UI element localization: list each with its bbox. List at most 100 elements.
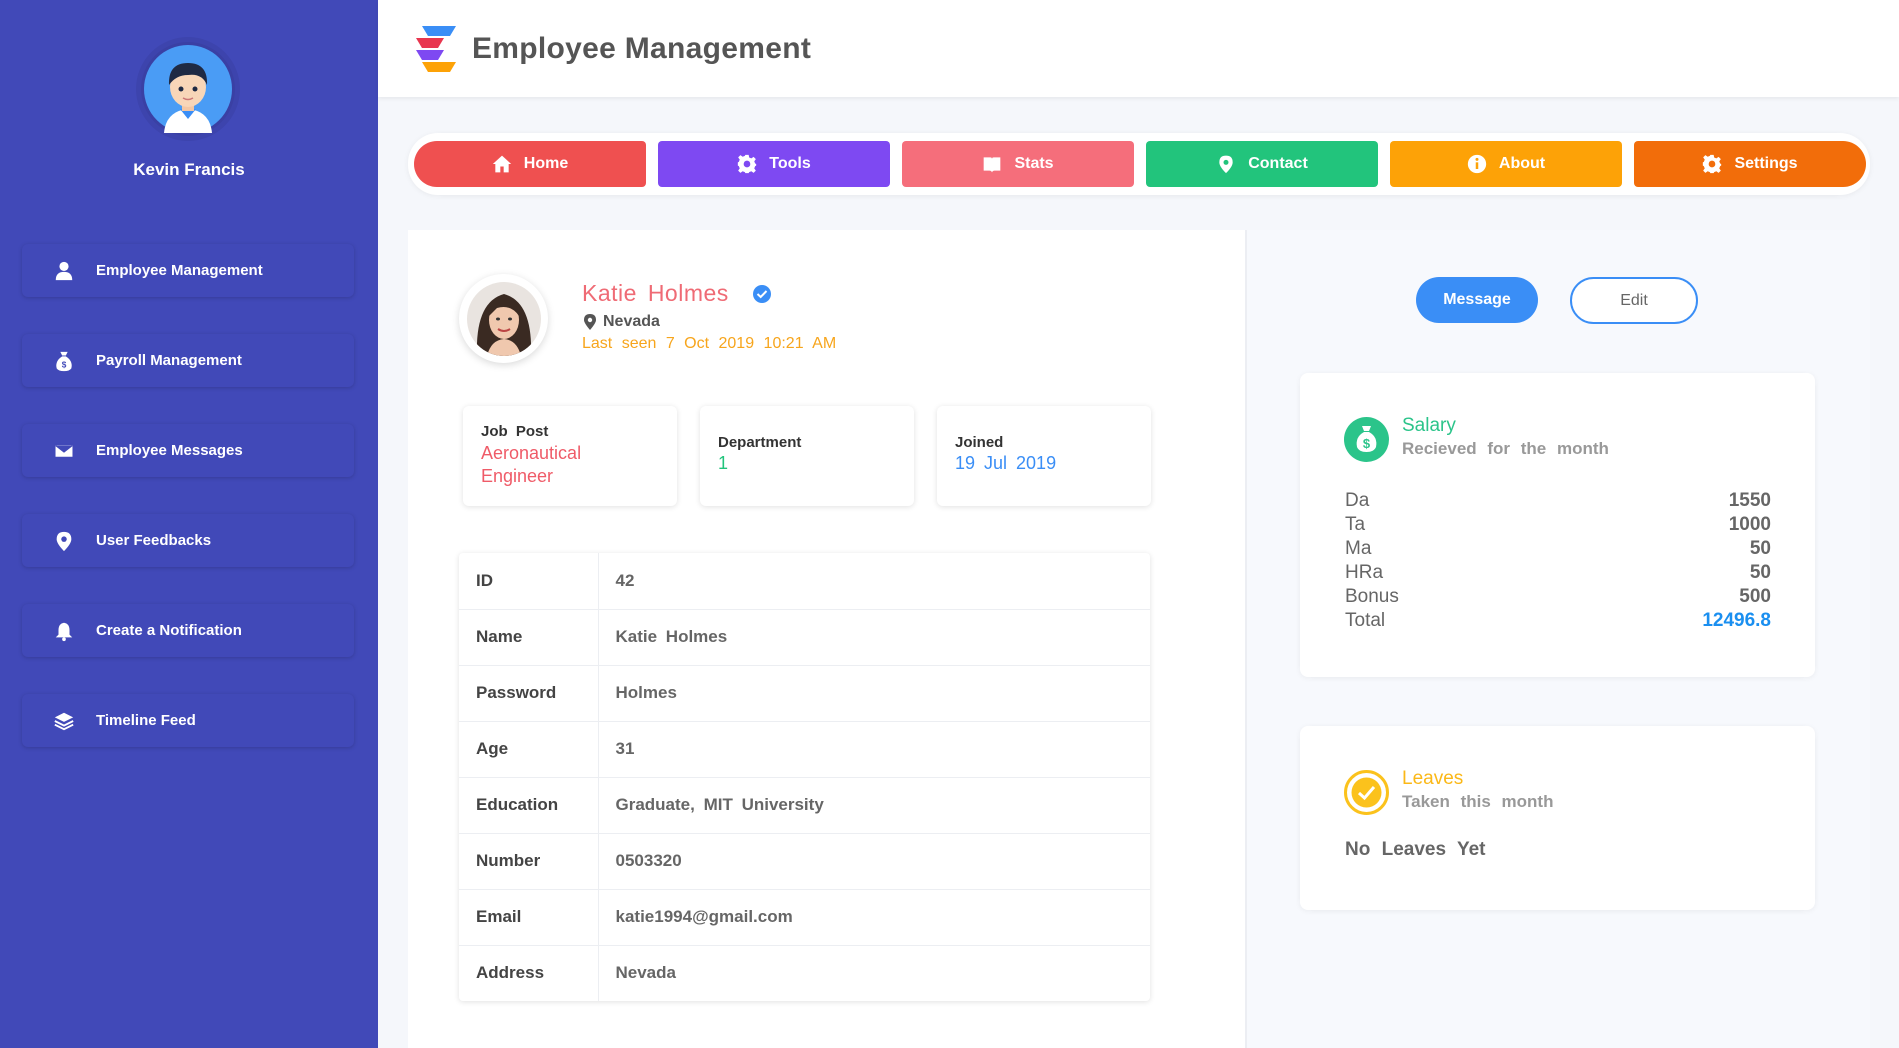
money-bag-icon: $ [50,350,78,372]
joined-label: Joined [955,434,1004,451]
svg-text:$: $ [1363,436,1371,451]
detail-value: Graduate, MIT University [598,777,1150,834]
message-button[interactable]: Message [1416,277,1538,323]
nav-label: Settings [1734,155,1798,172]
map-pin-icon [584,314,596,330]
edit-button[interactable]: Edit [1570,277,1698,324]
joined-value: 19 Jul 2019 [955,453,1057,473]
salary-value: 1000 [1728,514,1771,535]
leaves-status: No Leaves Yet [1345,839,1486,860]
detail-key: Email [459,889,599,946]
sidebar-item-create-notification[interactable]: Create a Notification [22,604,354,657]
table-row: ID 42 [459,553,1150,610]
sidebar: Kevin Francis Employee Management $ Payr… [0,0,378,1048]
salary-row: Bonus 500 [1345,586,1771,608]
table-row: Name Katie Holmes [459,609,1150,666]
nav-stats-button[interactable]: Stats [902,141,1134,187]
salary-total-value: 12496.8 [1702,610,1771,631]
salary-label: Bonus [1345,586,1399,607]
job-post-value: Aeronautical Engineer [481,443,582,486]
nav-contact-button[interactable]: Contact [1146,141,1378,187]
joined-card: Joined 19 Jul 2019 [937,406,1151,506]
sidebar-item-employee-messages[interactable]: Employee Messages [22,424,354,477]
table-row: Address Nevada [459,945,1150,1001]
salary-value: 1550 [1728,490,1771,511]
job-post-label: Job Post [481,423,549,440]
detail-key: Address [459,945,599,1001]
clock-check-icon [1344,770,1389,815]
detail-key: Education [459,777,599,834]
user-icon [50,260,78,282]
salary-value: 500 [1739,586,1771,607]
detail-value: Katie Holmes [598,609,1150,666]
sidebar-item-timeline-feed[interactable]: Timeline Feed [22,694,354,747]
nav-home-button[interactable]: Home [414,141,646,187]
salary-row: HRa 50 [1345,562,1771,584]
nav-label: Contact [1248,155,1308,172]
job-post-card: Job Post Aeronautical Engineer [463,406,677,506]
profile-photo-image [466,281,541,356]
map-pin-icon [50,530,78,552]
sidebar-item-user-feedbacks[interactable]: User Feedbacks [22,514,354,567]
salary-value: 50 [1749,562,1771,583]
table-row: Password Holmes [459,665,1150,722]
home-icon [492,155,511,173]
department-card: Department 1 [700,406,914,506]
sidebar-item-label: Payroll Management [96,352,242,369]
detail-value: katie1994@gmail.com [598,889,1150,946]
layers-icon [50,710,78,732]
salary-total-row: Total 12496.8 [1345,610,1771,632]
salary-card: $ Salary Recieved for the month Da 1550 T… [1300,373,1815,677]
table-row: Email katie1994@gmail.com [459,889,1150,946]
user-name: Kevin Francis [133,160,245,179]
department-label: Department [718,434,802,451]
svg-text:$: $ [62,360,67,369]
detail-key: Number [459,833,599,890]
salary-label: Ta [1345,514,1366,535]
department-value: 1 [718,453,729,473]
sidebar-item-label: User Feedbacks [96,532,212,549]
app-title: Employee Management [472,32,812,65]
salary-row: Ma 50 [1345,538,1771,560]
info-icon [1467,154,1487,174]
last-seen: Last seen 7 Oct 2019 10:21 AM [582,335,837,352]
avatar[interactable] [141,42,235,136]
sidebar-item-label: Create a Notification [96,622,242,639]
leaves-subtitle: Taken this month [1402,792,1554,811]
nav-about-button[interactable]: About [1390,141,1622,187]
sidebar-item-payroll-management[interactable]: $ Payroll Management [22,334,354,387]
location-text: Nevada [603,313,660,330]
employee-details-table: ID 42 Name Katie Holmes Password Holmes Age… [459,553,1150,1001]
sidebar-item-label: Timeline Feed [96,712,196,729]
detail-value: Holmes [598,665,1150,722]
envelope-icon [50,440,78,462]
salary-value: 50 [1749,538,1771,559]
nav-settings-button[interactable]: Settings [1634,141,1866,187]
table-row: Education Graduate, MIT University [459,777,1150,834]
salary-row: Ta 1000 [1345,514,1771,536]
detail-key: Password [459,665,599,722]
nav-tools-button[interactable]: Tools [658,141,890,187]
nav-label: Home [523,155,569,172]
salary-title: Salary [1402,415,1456,436]
profile-photo [459,274,548,363]
salary-label: Ma [1345,538,1372,559]
detail-value: 42 [598,553,1150,610]
detail-key: Name [459,609,599,666]
salary-label: Total [1345,610,1386,631]
sidebar-item-employee-management[interactable]: Employee Management [22,244,354,297]
nav-label: About [1498,155,1546,172]
salary-label: HRa [1345,562,1384,583]
table-row: Number 0503320 [459,833,1150,890]
salary-subtitle: Recieved for the month [1402,439,1609,458]
detail-value: 31 [598,721,1150,778]
money-bag-icon: $ [1344,417,1389,462]
map-pin-icon [1219,155,1233,174]
salary-row: Da 1550 [1345,490,1771,512]
sidebar-item-label: Employee Messages [96,442,243,459]
bell-icon [50,620,78,642]
detail-value: Nevada [615,963,676,983]
book-icon [984,157,1001,173]
user-avatar-icon [144,45,232,133]
leaves-card: Leaves Taken this month No Leaves Yet [1300,726,1815,910]
